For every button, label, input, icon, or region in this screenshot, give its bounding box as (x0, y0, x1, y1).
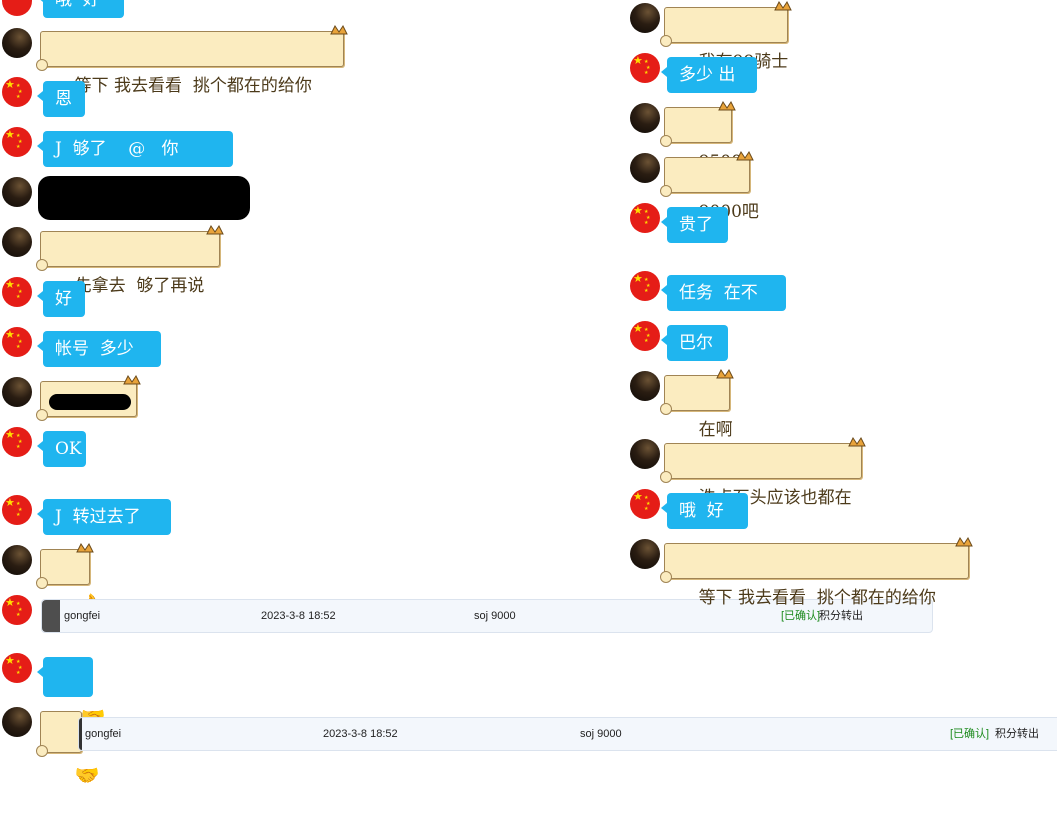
message-bubble: 巴尔 (661, 325, 728, 361)
avatar[interactable] (630, 103, 660, 133)
avatar[interactable] (2, 545, 32, 575)
cat-ornament-icon (330, 25, 348, 35)
message-bubble: 👌 (36, 543, 103, 616)
cat-ornament-icon (206, 225, 224, 235)
message-bubble: 恩 (37, 81, 85, 117)
avatar[interactable]: ★ ★ ★ ★ (2, 127, 32, 157)
cat-ornament-icon (123, 375, 141, 385)
star-icon: ★ (5, 78, 15, 91)
cat-ornament-icon (848, 437, 866, 447)
star-icon: ★ (633, 204, 643, 217)
avatar[interactable] (630, 153, 660, 183)
message-bubble: 哦 好 (661, 493, 748, 529)
cat-ornament-icon (955, 537, 973, 547)
avatar[interactable] (630, 3, 660, 33)
transfer-item: soj 9000 (580, 728, 622, 740)
message-bubble: 洗点石头应该也都在 (660, 437, 866, 508)
avatar[interactable] (2, 28, 32, 58)
transfer-action: 积分转出 (995, 728, 1039, 740)
star-icon: ★ (633, 490, 643, 503)
transfer-user: gongfei (85, 728, 122, 740)
message-text: 等下 我去看看 挑个都在的给你 (74, 76, 312, 96)
cat-ornament-icon (774, 1, 792, 11)
cat-ornament-icon (718, 101, 736, 111)
transfer-item: soj 9000 (474, 610, 516, 622)
avatar[interactable] (630, 371, 660, 401)
star-icon: ★ (5, 428, 15, 441)
avatar[interactable]: ★ ★ ★ ★ (2, 495, 32, 525)
handshake-emoji: 🤝 (74, 763, 100, 787)
message-bubble: 在啊 (660, 369, 734, 440)
avatar[interactable]: ★ ★ ★ ★ (2, 77, 32, 107)
avatar[interactable] (630, 439, 660, 469)
message-text: 先拿去 够了再说 (74, 276, 205, 296)
avatar[interactable]: ★ ★ ★ ★ (630, 271, 660, 301)
message-bubble: 🤝 (36, 711, 99, 787)
star-icon: ★ (5, 496, 15, 509)
avatar[interactable] (2, 177, 32, 207)
star-icon: ★ (5, 596, 15, 609)
message-bubble: 等下 我去看看 挑个都在的给你 (36, 25, 348, 96)
transfer-datetime: 2023-3-8 18:52 (261, 610, 336, 622)
avatar[interactable]: ★ ★ ★ ★ (630, 321, 660, 351)
transfer-datetime: 2023-3-8 18:52 (323, 728, 398, 740)
avatar[interactable]: ★ ★ ★ ★ (2, 427, 32, 457)
message-bubble: 好 (37, 281, 85, 317)
redacted-message (49, 394, 131, 410)
message-bubble: 帐号 多少 (37, 331, 161, 367)
message-bubble: 我有99骑士 (660, 1, 792, 72)
avatar[interactable]: ★ ★ ★ ★ (630, 53, 660, 83)
message-bubble: 多少 出 (661, 57, 757, 93)
avatar[interactable] (2, 227, 32, 257)
avatar[interactable]: ★ ★ ★ ★ (2, 653, 32, 683)
star-icon: ★ (633, 54, 643, 67)
star-icon: ★ (633, 322, 643, 335)
transfer-status: [已确认] (950, 728, 990, 740)
cat-ornament-icon (736, 151, 754, 161)
message-text: 在啊 (698, 420, 733, 440)
card-accent-bar (42, 600, 60, 632)
transfer-user: gongfei (64, 610, 101, 622)
message-text: 等下 我去看看 挑个都在的给你 (698, 588, 936, 608)
message-bubble: 任务 在不 (661, 275, 786, 311)
message-bubble: J 转过去了 (37, 499, 171, 535)
avatar[interactable]: ★ ★ ★ ★ (630, 203, 660, 233)
avatar[interactable]: ★ ★ ★ ★ (2, 595, 32, 625)
star-icon: ★ (5, 654, 15, 667)
message-bubble: 9500 (660, 101, 742, 172)
message-bubble (36, 375, 141, 421)
star-icon: ★ (633, 272, 643, 285)
card-accent-bar (79, 718, 82, 750)
star-icon: ★ (5, 328, 15, 341)
star-icon: ★ (5, 278, 15, 291)
avatar[interactable]: ★ ★ ★ ★ (2, 277, 32, 307)
message-bubble: J 够了 @ 你 (37, 131, 233, 167)
avatar[interactable] (2, 377, 32, 407)
avatar[interactable] (630, 539, 660, 569)
star-icon: ★ (5, 128, 15, 141)
message-bubble: 先拿去 够了再说 (36, 225, 224, 296)
avatar[interactable]: ★ ★ ★ ★ (2, 327, 32, 357)
cat-ornament-icon (76, 543, 94, 553)
message-bubble: 哦 好 (37, 0, 124, 18)
avatar[interactable]: ★ (2, 0, 32, 16)
avatar[interactable] (2, 707, 32, 737)
transfer-card[interactable]: gongfei 2023-3-8 18:52 soj 9000 [已确认] 积分… (78, 717, 1057, 751)
avatar[interactable]: ★ ★ ★ ★ (630, 489, 660, 519)
message-bubble: 贵了 (661, 207, 728, 243)
message-bubble: 等下 我去看看 挑个都在的给你 (660, 537, 973, 608)
message-bubble: 9000吧 (660, 151, 759, 222)
redacted-message (38, 176, 250, 220)
cat-ornament-icon (716, 369, 734, 379)
message-bubble: 🤝 (37, 657, 105, 729)
message-bubble: OK (37, 431, 86, 467)
